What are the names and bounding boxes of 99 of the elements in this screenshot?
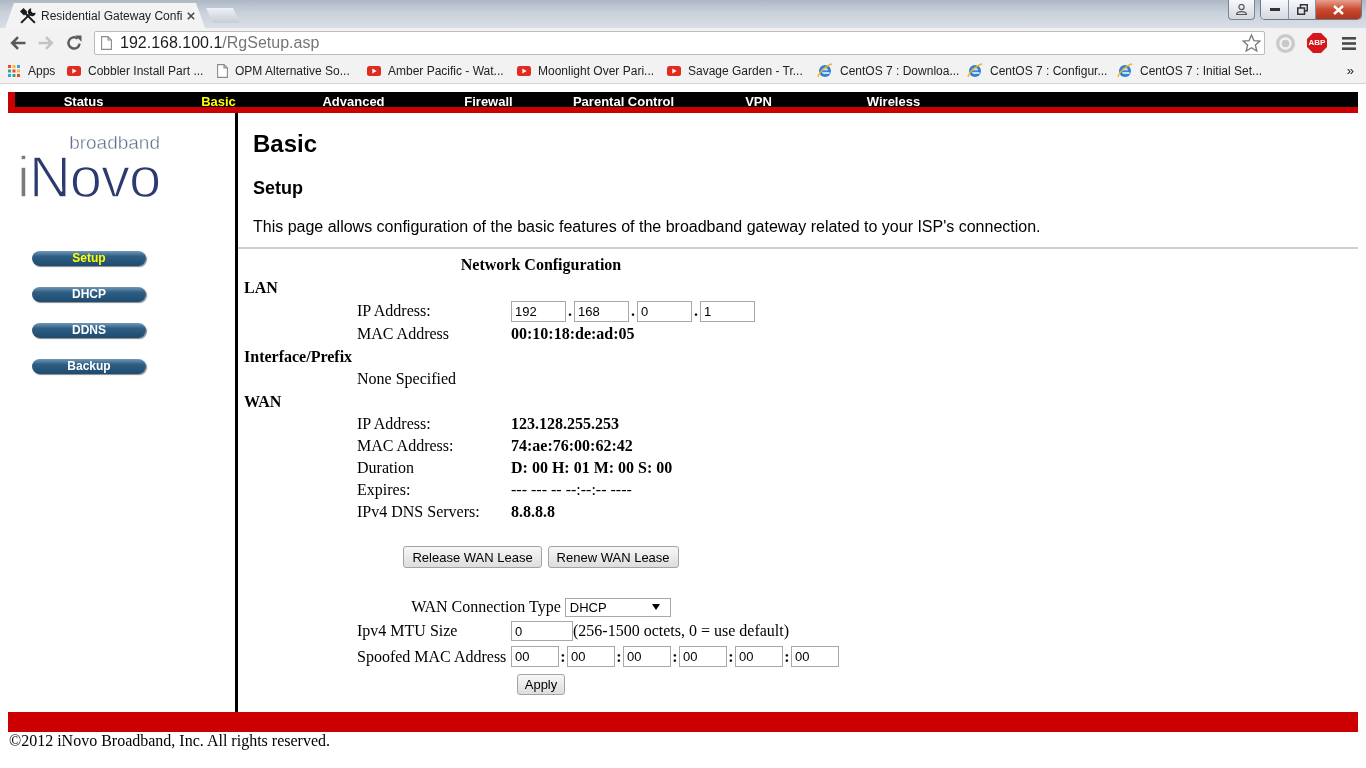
octet-separator: : xyxy=(671,646,679,667)
field-value: 00:10:18:de:ad:05 xyxy=(511,324,635,344)
mac-octet-input[interactable]: 00 xyxy=(679,646,727,667)
mac-octet-input[interactable]: 00 xyxy=(567,646,615,667)
star-icon[interactable] xyxy=(1242,34,1261,52)
field-label: Expires: xyxy=(357,481,411,498)
browser-tab[interactable]: Residential Gateway Confi xyxy=(5,3,205,28)
lease-button[interactable]: Renew WAN Lease xyxy=(547,546,679,568)
tools-icon xyxy=(20,7,36,24)
mac-octet-input[interactable]: 00 xyxy=(511,646,559,667)
page-description: This page allows configuration of the basic features of the broadband gateway related to your ISP's connection. xyxy=(253,217,1041,237)
nav-tab[interactable]: Wireless xyxy=(866,94,921,109)
bookmark-item[interactable]: CentOS 7 : Initial Set... xyxy=(1117,63,1267,78)
bookmark-item[interactable]: Savage Garden - Tr... xyxy=(667,63,817,78)
close-icon xyxy=(1333,4,1344,15)
document-icon xyxy=(101,36,112,50)
ip-octet-input[interactable]: 168 xyxy=(574,300,629,322)
field-label: MAC Address xyxy=(357,325,449,342)
video-play-icon xyxy=(367,65,381,76)
field-value: 74:ae:76:00:62:42 xyxy=(511,436,633,456)
field-label: IPv4 DNS Servers: xyxy=(357,503,480,520)
ip-octet-input[interactable]: 192 xyxy=(511,300,566,322)
mac-octet-input[interactable]: 00 xyxy=(735,646,783,667)
nav-tab[interactable]: Basic xyxy=(201,94,236,109)
document-icon xyxy=(217,63,228,78)
close-icon[interactable] xyxy=(187,11,196,20)
profile-button[interactable] xyxy=(1228,0,1255,20)
sidebar-item[interactable]: DHCP xyxy=(32,287,146,302)
adblock-button[interactable]: ABP xyxy=(1307,33,1327,53)
field-value: 123.128.255.253 xyxy=(511,414,619,434)
restore-icon xyxy=(1296,4,1308,15)
field-label: Ipv4 MTU Size xyxy=(357,622,458,639)
bookmark-item[interactable]: Amber Pacific - Wat... xyxy=(367,63,517,78)
ip-octet-input[interactable]: 0 xyxy=(637,300,692,322)
nav-tab[interactable]: Advanced xyxy=(322,94,385,109)
address-bar[interactable]: 192.168.100.1/RgSetup.asp xyxy=(94,31,1265,55)
e-globe-icon xyxy=(1117,63,1133,78)
logo-tagline: broadband xyxy=(69,135,160,151)
reload-icon[interactable] xyxy=(66,35,82,51)
bookmark-item[interactable]: Apps xyxy=(8,63,67,78)
octet-separator: : xyxy=(783,646,791,667)
field-label: IP Address: xyxy=(357,415,431,432)
octet-separator: : xyxy=(559,646,567,667)
connection-type-select[interactable]: DHCP xyxy=(564,597,671,617)
nav-tab[interactable]: VPN xyxy=(745,94,772,109)
field-label: MAC Address: xyxy=(357,437,454,454)
mac-octet-input[interactable]: 00 xyxy=(623,646,671,667)
bookmark-item[interactable]: CentOS 7 : Configur... xyxy=(967,63,1117,78)
apply-button[interactable]: Apply xyxy=(516,674,566,695)
bookmark-item[interactable]: Moonlight Over Pari... xyxy=(517,63,667,78)
field-hint: (256-1500 octets, 0 = use default) xyxy=(573,621,790,641)
section-label: WAN xyxy=(244,391,282,412)
menu-icon[interactable] xyxy=(1342,36,1356,50)
apps-grid-icon xyxy=(8,64,20,77)
video-play-icon xyxy=(67,65,81,76)
video-play-icon xyxy=(517,65,531,76)
more-bookmarks-button[interactable]: » xyxy=(1346,63,1354,78)
bookmark-item[interactable]: Cobbler Install Part ... xyxy=(67,63,217,78)
e-globe-icon xyxy=(967,63,983,78)
field-label: WAN Connection Type xyxy=(411,597,561,617)
sidebar-item[interactable]: DDNS xyxy=(32,323,146,338)
field-value: --- --- -- --:--:-- ---- xyxy=(511,480,632,500)
video-play-icon xyxy=(667,65,681,76)
mtu-input[interactable]: 0 xyxy=(511,621,573,641)
field-value: 8.8.8.8 xyxy=(511,502,555,522)
section-label: LAN xyxy=(244,277,278,298)
nav-tab[interactable]: Status xyxy=(63,94,104,109)
caret-icon xyxy=(651,604,660,610)
section-title: Setup xyxy=(253,177,303,199)
field-label: Duration xyxy=(357,459,414,476)
nav-tab[interactable]: Firewall xyxy=(464,94,513,109)
octet-separator: . xyxy=(630,301,636,321)
sidebar-item[interactable]: Setup xyxy=(32,251,146,266)
field-value: D: 00 H: 01 M: 00 S: 00 xyxy=(511,458,673,478)
nav-tab[interactable]: Parental Control xyxy=(572,94,675,109)
page-title: Basic xyxy=(253,130,318,158)
status-note: None Specified xyxy=(357,370,457,387)
lease-button[interactable]: Release WAN Lease xyxy=(403,546,542,568)
octet-separator: : xyxy=(727,646,735,667)
section-label: Interface/Prefix xyxy=(244,346,353,367)
user-icon xyxy=(1236,4,1247,15)
field-label: IP Address: xyxy=(357,302,431,319)
minimize-button[interactable] xyxy=(1261,0,1288,19)
octet-separator: . xyxy=(567,301,573,321)
e-globe-icon xyxy=(817,63,833,78)
close-window-button[interactable] xyxy=(1315,0,1361,19)
back-arrow-icon[interactable] xyxy=(10,36,26,50)
restore-button[interactable] xyxy=(1288,0,1315,19)
table-heading: Network Configuration xyxy=(460,254,622,275)
minimize-icon xyxy=(1269,8,1280,11)
ip-octet-input[interactable]: 1 xyxy=(700,300,755,322)
bookmark-item[interactable]: OPM Alternative So... xyxy=(217,63,367,78)
sidebar-item[interactable]: Backup xyxy=(32,359,146,374)
mac-octet-input[interactable]: 00 xyxy=(791,646,839,667)
octet-separator: . xyxy=(693,301,699,321)
bookmark-item[interactable]: CentOS 7 : Downloa... xyxy=(817,63,967,78)
octet-separator: : xyxy=(615,646,623,667)
field-label: Spoofed MAC Address xyxy=(357,647,507,665)
copyright-text: ©2012 iNovo Broadband, Inc. All rights reserved. xyxy=(9,732,330,749)
